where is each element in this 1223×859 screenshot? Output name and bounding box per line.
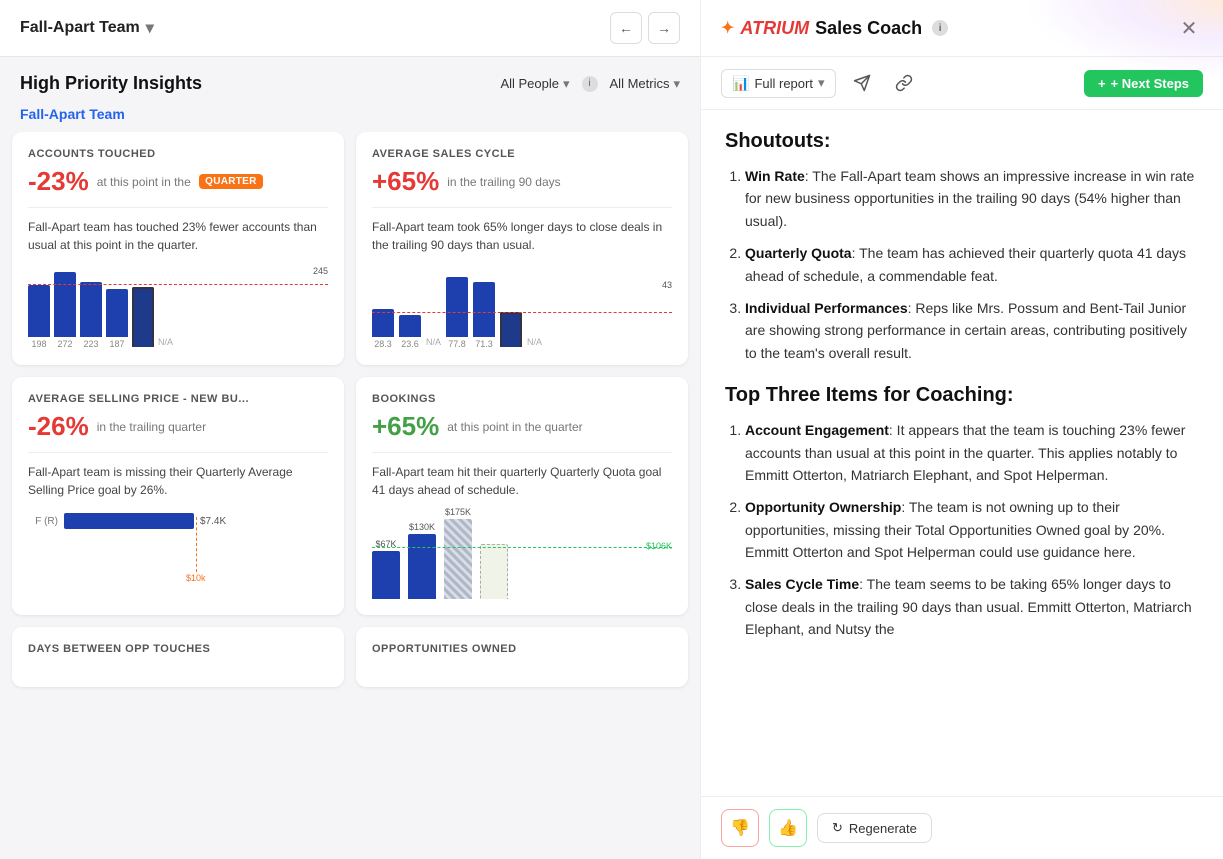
thumbs-down-button[interactable]: 👎	[721, 809, 759, 847]
report-chart-icon: 📊	[732, 75, 749, 92]
accounts-touched-metric: ACCOUNTS TOUCHED	[28, 148, 328, 160]
bookings-change: +65% at this point in the quarter	[372, 411, 672, 442]
filter-metrics-button[interactable]: All Metrics ▾	[610, 76, 680, 92]
thumbs-up-button[interactable]: 👍	[769, 809, 807, 847]
shoutout-1-bold: Win Rate	[745, 168, 805, 184]
link-button[interactable]	[888, 67, 920, 99]
send-button[interactable]	[846, 67, 878, 99]
left-header: Fall-Apart Team ▾ ← →	[0, 0, 700, 57]
shoutout-1-text: : The Fall-Apart team shows an impressiv…	[745, 168, 1194, 229]
accounts-touched-desc: Fall-Apart team has touched 23% fewer ac…	[28, 218, 328, 254]
left-panel: Fall-Apart Team ▾ ← → High Priority Insi…	[0, 0, 700, 859]
accounts-touched-context: at this point in the QUARTER	[97, 174, 263, 189]
regenerate-icon: ↻	[832, 820, 843, 836]
quarter-badge: QUARTER	[199, 174, 263, 189]
shoutout-3-bold: Individual Performances	[745, 300, 908, 316]
right-panel: ✦ ATRIUM Sales Coach i ✕ 📊 Full report ▾…	[700, 0, 1223, 859]
filter-group: All People ▾ i All Metrics ▾	[500, 76, 680, 92]
filter-people-button[interactable]: All People ▾	[500, 76, 569, 92]
coaching-item-2: Opportunity Ownership: The team is not o…	[745, 496, 1199, 563]
avg-sales-cycle-value: +65%	[372, 166, 439, 197]
days-between-card: DAYS BETWEEN OPP TOUCHES	[12, 627, 344, 687]
avg-selling-price-card: AVERAGE SELLING PRICE - NEW BU... -26% i…	[12, 377, 344, 615]
accounts-touched-card: ACCOUNTS TOUCHED -23% at this point in t…	[12, 132, 344, 365]
shoutout-item-2: Quarterly Quota: The team has achieved t…	[745, 242, 1199, 287]
cards-container: ACCOUNTS TOUCHED -23% at this point in t…	[0, 132, 700, 859]
coaching-2-bold: Opportunity Ownership	[745, 499, 901, 515]
avg-sales-cycle-desc: Fall-Apart team took 65% longer days to …	[372, 218, 672, 254]
days-between-metric: DAYS BETWEEN OPP TOUCHES	[28, 643, 328, 655]
team-title: Fall-Apart Team ▾	[20, 18, 154, 38]
avg-sales-cycle-change: +65% in the trailing 90 days	[372, 166, 672, 197]
avg-sales-cycle-card: AVERAGE SALES CYCLE +65% in the trailing…	[356, 132, 688, 365]
nav-back-button[interactable]: ←	[610, 12, 642, 44]
avg-selling-price-context: in the trailing quarter	[97, 420, 206, 434]
people-info-icon: i	[582, 76, 598, 92]
avg-selling-price-metric: AVERAGE SELLING PRICE - NEW BU...	[28, 393, 328, 405]
full-report-button[interactable]: 📊 Full report ▾	[721, 69, 836, 98]
atrium-brand-text: ATRIUM	[740, 18, 809, 39]
right-header: ✦ ATRIUM Sales Coach i ✕	[701, 0, 1223, 57]
metrics-chevron-icon: ▾	[673, 76, 680, 92]
people-chevron-icon: ▾	[563, 76, 570, 92]
opportunities-owned-metric: OPPORTUNITIES OWNED	[372, 643, 672, 655]
coaching-1-bold: Account Engagement	[745, 422, 889, 438]
atrium-logo: ✦ ATRIUM Sales Coach i	[721, 18, 948, 39]
bookings-context: at this point in the quarter	[447, 420, 582, 434]
avg-sales-cycle-metric: AVERAGE SALES CYCLE	[372, 148, 672, 160]
bottom-actions: 👎 👍 ↻ Regenerate	[701, 796, 1223, 859]
coaching-list: Account Engagement: It appears that the …	[725, 419, 1199, 641]
cards-row-3: DAYS BETWEEN OPP TOUCHES OPPORTUNITIES O…	[12, 627, 688, 687]
cards-row-2: AVERAGE SELLING PRICE - NEW BU... -26% i…	[12, 377, 688, 615]
coach-info-icon: i	[932, 20, 948, 36]
plus-icon: +	[1098, 76, 1106, 91]
insights-header: High Priority Insights All People ▾ i Al…	[0, 57, 700, 102]
insights-title: High Priority Insights	[20, 73, 202, 94]
bookings-metric: BOOKINGS	[372, 393, 672, 405]
shoutout-2-bold: Quarterly Quota	[745, 245, 852, 261]
accounts-touched-value: -23%	[28, 166, 89, 197]
cards-row-1: ACCOUNTS TOUCHED -23% at this point in t…	[12, 132, 688, 365]
avg-sales-cycle-context: in the trailing 90 days	[447, 175, 560, 189]
nav-forward-button[interactable]: →	[648, 12, 680, 44]
bookings-desc: Fall-Apart team hit their quarterly Quar…	[372, 463, 672, 499]
avg-selling-price-value: -26%	[28, 411, 89, 442]
coaching-3-bold: Sales Cycle Time	[745, 576, 859, 592]
nav-arrows: ← →	[610, 12, 680, 44]
next-steps-button[interactable]: + + Next Steps	[1084, 70, 1203, 97]
shoutout-item-3: Individual Performances: Reps like Mrs. …	[745, 297, 1199, 364]
opportunities-owned-card: OPPORTUNITIES OWNED	[356, 627, 688, 687]
avg-selling-price-change: -26% in the trailing quarter	[28, 411, 328, 442]
coaching-item-1: Account Engagement: It appears that the …	[745, 419, 1199, 486]
sales-coach-label: Sales Coach	[815, 18, 922, 39]
shoutout-item-1: Win Rate: The Fall-Apart team shows an i…	[745, 165, 1199, 232]
content-area: Shoutouts: Win Rate: The Fall-Apart team…	[701, 110, 1223, 796]
accounts-touched-change: -23% at this point in the QUARTER	[28, 166, 328, 197]
atrium-star-icon: ✦	[721, 18, 734, 38]
coaching-heading: Top Three Items for Coaching:	[725, 384, 1199, 407]
team-label: Fall-Apart Team	[0, 102, 700, 132]
shoutouts-heading: Shoutouts:	[725, 130, 1199, 153]
avg-selling-price-desc: Fall-Apart team is missing their Quarter…	[28, 463, 328, 499]
coaching-item-3: Sales Cycle Time: The team seems to be t…	[745, 573, 1199, 640]
close-button[interactable]: ✕	[1175, 14, 1203, 42]
thumbs-up-icon: 👍	[778, 818, 798, 838]
report-chevron-icon: ▾	[818, 75, 825, 91]
bookings-card: BOOKINGS +65% at this point in the quart…	[356, 377, 688, 615]
thumbs-down-icon: 👎	[730, 818, 750, 838]
bookings-value: +65%	[372, 411, 439, 442]
team-dropdown-icon[interactable]: ▾	[146, 18, 154, 38]
shoutouts-list: Win Rate: The Fall-Apart team shows an i…	[725, 165, 1199, 364]
team-name-label: Fall-Apart Team	[20, 19, 140, 37]
toolbar: 📊 Full report ▾ + + Next Steps	[701, 57, 1223, 110]
regenerate-button[interactable]: ↻ Regenerate	[817, 813, 932, 843]
